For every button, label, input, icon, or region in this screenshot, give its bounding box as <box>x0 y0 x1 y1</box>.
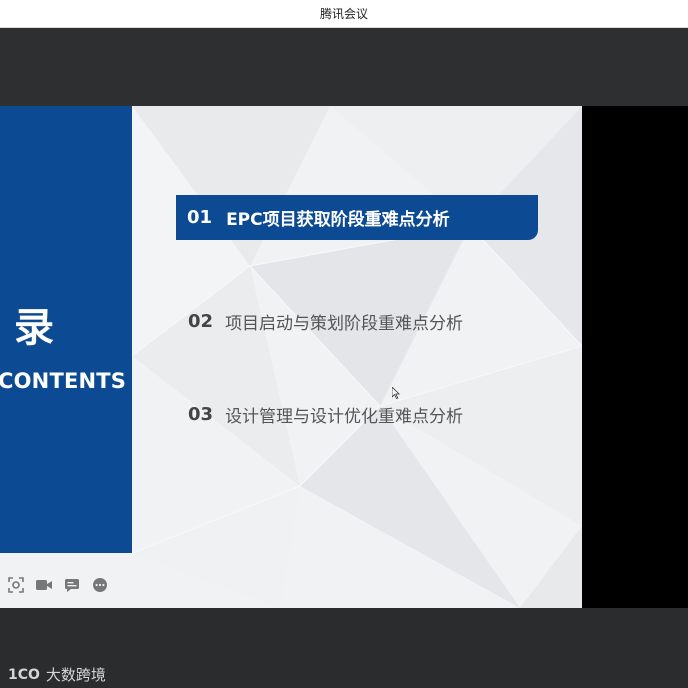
toc-item-label: 设计管理与设计优化重难点分析 <box>225 407 464 427</box>
watermark: 1CO 大数跨境 <box>8 664 106 685</box>
window-titlebar: 腾讯会议 <box>0 0 688 28</box>
video-camera-icon[interactable] <box>34 575 54 595</box>
meeting-top-area <box>0 28 688 106</box>
mouse-cursor-icon <box>391 384 400 403</box>
watermark-text: 大数跨境 <box>45 666 106 684</box>
subtitle-icon[interactable] <box>62 575 82 595</box>
shared-slide: 录 CONTENTS 01 EPC项目获取阶段重难点分析 02 项目启动与策划阶… <box>0 106 582 608</box>
more-icon[interactable] <box>90 575 110 595</box>
toc-item-1: 01 EPC项目获取阶段重难点分析 <box>176 195 538 240</box>
toc-item-number: 01 <box>187 207 213 228</box>
toc-item-label: 项目启动与策划阶段重难点分析 <box>225 314 464 334</box>
slideshow-toolbar <box>6 572 110 598</box>
toc-item-number: 02 <box>188 311 214 332</box>
toc-item-number: 03 <box>188 404 214 425</box>
panel-heading-char: 录 <box>14 305 54 351</box>
toc-item-3: 03 设计管理与设计优化重难点分析 <box>188 402 463 427</box>
toc-item-label: EPC项目获取阶段重难点分析 <box>226 210 450 230</box>
video-area-black <box>582 106 688 608</box>
toc-item-2: 02 项目启动与策划阶段重难点分析 <box>188 309 463 334</box>
window-title: 腾讯会议 <box>319 7 368 21</box>
screen-capture-icon[interactable] <box>6 575 26 595</box>
panel-contents-title: CONTENTS <box>0 369 127 393</box>
watermark-logo: 1CO <box>8 666 40 683</box>
contents-panel: 录 CONTENTS <box>0 106 132 553</box>
